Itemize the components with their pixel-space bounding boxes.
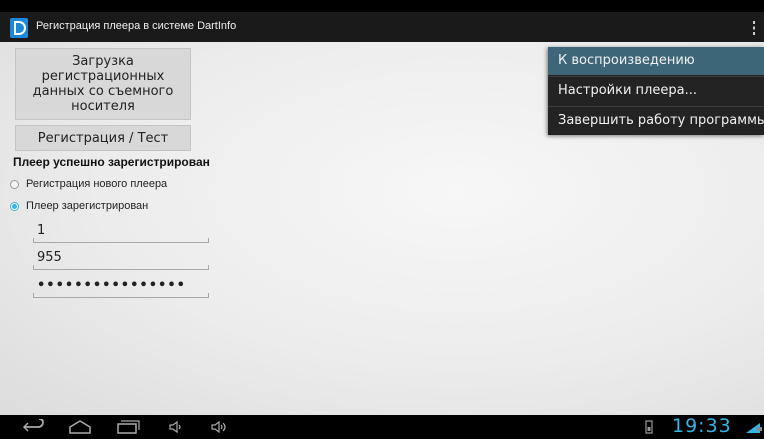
overflow-menu-icon[interactable] bbox=[752, 21, 756, 35]
radio-label: Регистрация нового плеера bbox=[26, 178, 168, 190]
navigation-bar: 19:33 bbox=[0, 415, 764, 439]
app-logo-icon bbox=[10, 18, 28, 38]
password-field[interactable]: •••••••••••••••• bbox=[33, 277, 209, 298]
sd-card-icon bbox=[645, 420, 653, 434]
recent-apps-icon[interactable] bbox=[116, 419, 140, 435]
radio-label: Плеер зарегистрирован bbox=[26, 200, 149, 212]
radio-button[interactable] bbox=[10, 179, 19, 189]
radio-button-checked[interactable] bbox=[10, 201, 19, 211]
home-icon[interactable] bbox=[68, 419, 92, 435]
password-value: •••••••••••••••• bbox=[37, 278, 186, 293]
signal-icon bbox=[746, 423, 762, 433]
volume-up-icon[interactable] bbox=[210, 419, 230, 435]
app-title: Регистрация плеера в системе DartInfo bbox=[36, 20, 237, 32]
overflow-menu: К воспроизведению Настройки плеера... За… bbox=[548, 47, 764, 135]
menu-item-label: Завершить работу программы bbox=[558, 113, 764, 128]
volume-down-icon[interactable] bbox=[168, 419, 184, 435]
top-bar bbox=[0, 0, 764, 12]
register-test-button[interactable]: Регистрация / Тест bbox=[15, 125, 191, 151]
clock: 19:33 bbox=[672, 415, 732, 437]
player-id-field[interactable]: 1 bbox=[33, 222, 209, 243]
back-icon[interactable] bbox=[22, 419, 46, 435]
menu-item-player-settings[interactable]: Настройки плеера... bbox=[548, 77, 764, 105]
register-button-label: Регистрация / Тест bbox=[37, 130, 169, 146]
player-code-field[interactable]: 955 bbox=[33, 249, 209, 270]
menu-item-to-playback[interactable]: К воспроизведению bbox=[548, 47, 764, 75]
menu-item-label: К воспроизведению bbox=[558, 53, 695, 68]
action-bar: Регистрация плеера в системе DartInfo bbox=[0, 12, 764, 42]
load-button-label: Загрузка регистрационных данных со съемн… bbox=[32, 54, 174, 114]
load-from-removable-media-button[interactable]: Загрузка регистрационных данных со съемн… bbox=[15, 48, 191, 120]
radio-player-registered[interactable]: Плеер зарегистрирован bbox=[10, 198, 148, 214]
menu-item-label: Настройки плеера... bbox=[558, 83, 697, 98]
menu-item-exit-program[interactable]: Завершить работу программы bbox=[548, 107, 764, 135]
player-code-value: 955 bbox=[37, 250, 62, 265]
player-id-value: 1 bbox=[37, 223, 46, 238]
radio-register-new-player[interactable]: Регистрация нового плеера bbox=[10, 176, 167, 192]
status-message: Плеер успешно зарегистрирован bbox=[13, 155, 210, 169]
